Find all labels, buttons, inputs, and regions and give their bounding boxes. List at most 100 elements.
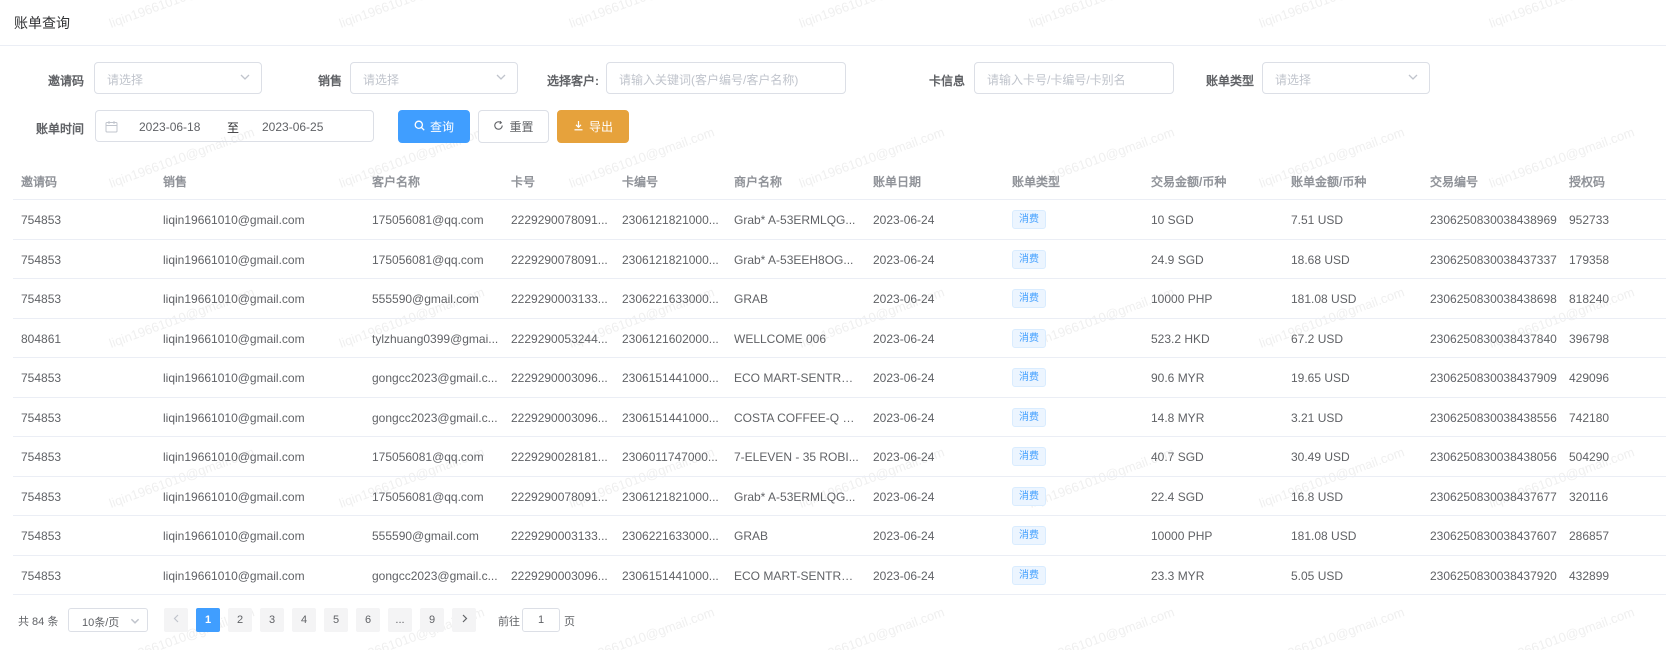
query-button-label: 查询 [429, 120, 454, 134]
reset-button-label: 重置 [509, 120, 534, 134]
table-cell-merchant: 7-ELEVEN - 35 ROBI... [734, 450, 859, 464]
page-button[interactable]: 3 [260, 608, 284, 632]
card-info-label: 卡信息 [928, 74, 965, 88]
table-cell-auth: 179358 [1569, 252, 1610, 267]
table-row[interactable]: 754853 liqin19661010@gmail.com gongcc2023@… [13, 398, 1666, 437]
table-cell-txn-amount: 90.6 MYR [1151, 371, 1205, 385]
bill-type-tag: 消费 [1012, 368, 1046, 387]
table-cell-bill-amount: 16.8 USD [1291, 489, 1344, 504]
table-cell-merchant: WELLCOME 006 [734, 331, 827, 346]
page-ellipsis[interactable]: ... [388, 608, 412, 632]
table-cell-card-id: 2306151441000... [622, 371, 719, 385]
table-row[interactable]: 754853 liqin19661010@gmail.com gongcc2023@… [13, 358, 1666, 398]
page-size-value: 10条/页 [82, 617, 120, 629]
column-header: 卡号 [511, 175, 536, 189]
prev-page-button[interactable] [164, 608, 188, 632]
table-cell-card-id: 2306121602000... [622, 331, 719, 346]
table-cell-auth: 504290 [1569, 450, 1610, 464]
table-cell-customer: 175056081@qq.com [372, 450, 484, 464]
table-cell-sales: liqin19661010@gmail.com [163, 568, 305, 583]
export-button[interactable]: 导出 [557, 110, 629, 143]
table-row[interactable]: 754853 liqin19661010@gmail.com gongcc2023@… [13, 556, 1666, 595]
bill-time-label: 账单时间 [35, 122, 84, 136]
goto-page-input[interactable]: 1 [522, 608, 560, 632]
table-cell-date: 2023-06-24 [873, 568, 935, 583]
page-button[interactable]: 1 [196, 608, 220, 632]
table-cell-auth: 320116 [1569, 489, 1609, 504]
customer-search-input[interactable]: 请输入关键词(客户编号/客户名称) [606, 62, 846, 94]
sales-select[interactable]: 请选择 [350, 62, 518, 94]
table-cell-customer: 175056081@qq.com [372, 213, 484, 227]
table-cell-sales: liqin19661010@gmail.com [163, 489, 305, 504]
table-cell-txn-no: 2306250830038437920 [1430, 568, 1557, 583]
column-header: 账单类型 [1012, 175, 1061, 189]
table-cell-customer: 555590@gmail.com [372, 292, 479, 306]
table-cell-txn-amount: 10000 PHP [1151, 292, 1213, 306]
page-button[interactable]: 2 [228, 608, 252, 632]
table-row[interactable]: 754853 liqin19661010@gmail.com 175056081@q… [13, 240, 1666, 279]
page-title: 账单查询 [14, 15, 70, 31]
goto-suffix: 页 [564, 616, 575, 628]
page-button[interactable]: 6 [356, 608, 380, 632]
bill-type-tag: 消费 [1012, 526, 1046, 545]
reset-button[interactable]: 重置 [478, 110, 549, 143]
page-button[interactable]: 9 [420, 608, 444, 632]
column-header: 账单金额/币种 [1291, 175, 1367, 189]
table-cell-merchant: Grab* A-53EEH8OG... [734, 252, 854, 267]
card-info-placeholder: 请输入卡号/卡编号/卡别名 [987, 73, 1126, 87]
search-icon [414, 120, 425, 134]
page-size-select[interactable]: 10条/页 [68, 608, 148, 632]
table-cell-card-no: 2229290003096... [511, 371, 608, 385]
invite-code-select[interactable]: 请选择 [94, 62, 262, 94]
next-page-button[interactable] [452, 608, 476, 632]
table-row[interactable]: 754853 liqin19661010@gmail.com 175056081@q… [13, 200, 1666, 240]
table-row[interactable]: 754853 liqin19661010@gmail.com 175056081@q… [13, 477, 1666, 516]
table-row[interactable]: 804861 liqin19661010@gmail.com tylzhuang03… [13, 319, 1666, 358]
page-button[interactable]: 4 [292, 608, 316, 632]
chevron-down-icon [495, 71, 507, 83]
table-header: 邀请码 销售 客户名称 卡号 卡编号 商户名称 账单日期 账单类型 交易金额/币种 账单金额/币种… [13, 160, 1666, 200]
calendar-icon [105, 120, 118, 133]
table-cell-sales: liqin19661010@gmail.com [163, 252, 305, 267]
table-cell-sales: liqin19661010@gmail.com [163, 410, 305, 425]
table-cell-bill-amount: 18.68 USD [1291, 252, 1350, 267]
end-date[interactable]: 2023-06-25 [262, 120, 323, 134]
table-cell-card-id: 2306121821000... [622, 489, 719, 504]
table-cell-card-no: 2229290078091... [511, 213, 608, 227]
table-row[interactable]: 754853 liqin19661010@gmail.com 555590@gmai… [13, 516, 1666, 556]
table-cell-txn-no: 2306250830038437909 [1430, 371, 1557, 385]
table-row[interactable]: 754853 liqin19661010@gmail.com 555590@gmai… [13, 279, 1666, 319]
table-cell-customer: tylzhuang0399@gmai... [372, 331, 499, 346]
bill-type-tag: 消费 [1012, 249, 1046, 269]
table-cell-card-id: 2306151441000... [622, 410, 719, 425]
table-cell-bill-amount: 181.08 USD [1291, 529, 1357, 543]
table-cell-card-id: 2306121821000... [622, 213, 719, 227]
bill-type-placeholder: 请选择 [1275, 73, 1312, 87]
bill-type-select[interactable]: 请选择 [1262, 62, 1430, 94]
table-cell-card-no: 2229290078091... [511, 489, 608, 504]
table-cell-invite: 754853 [21, 252, 62, 267]
table-cell-card-no: 2229290003096... [511, 568, 608, 583]
table-cell-date: 2023-06-24 [873, 410, 935, 425]
table-cell-date: 2023-06-24 [873, 292, 935, 306]
card-info-input[interactable]: 请输入卡号/卡编号/卡别名 [974, 62, 1174, 94]
bill-date-range-picker[interactable]: 2023-06-18 至 2023-06-25 [95, 110, 374, 142]
table-cell-card-id: 2306121821000... [622, 252, 719, 267]
query-button[interactable]: 查询 [398, 110, 470, 143]
table-cell-invite: 804861 [21, 331, 62, 346]
table-cell-date: 2023-06-24 [873, 489, 935, 504]
table-cell-auth: 818240 [1569, 292, 1610, 306]
table-cell-txn-amount: 10000 PHP [1151, 529, 1213, 543]
table-cell-card-id: 2306011747000... [622, 450, 718, 464]
table-cell-auth: 429096 [1569, 371, 1610, 385]
table-cell-sales: liqin19661010@gmail.com [163, 213, 305, 227]
table-row[interactable]: 754853 liqin19661010@gmail.com 175056081@q… [13, 437, 1666, 477]
table-cell-txn-no: 2306250830038437677 [1430, 489, 1557, 504]
start-date[interactable]: 2023-06-18 [139, 120, 200, 134]
table-cell-txn-no: 2306250830038438556 [1430, 410, 1557, 425]
page-button[interactable]: 5 [324, 608, 348, 632]
table-cell-date: 2023-06-24 [873, 371, 935, 385]
table-cell-bill-amount: 19.65 USD [1291, 371, 1350, 385]
table-cell-bill-amount: 7.51 USD [1291, 213, 1344, 227]
date-separator: 至 [227, 121, 240, 135]
